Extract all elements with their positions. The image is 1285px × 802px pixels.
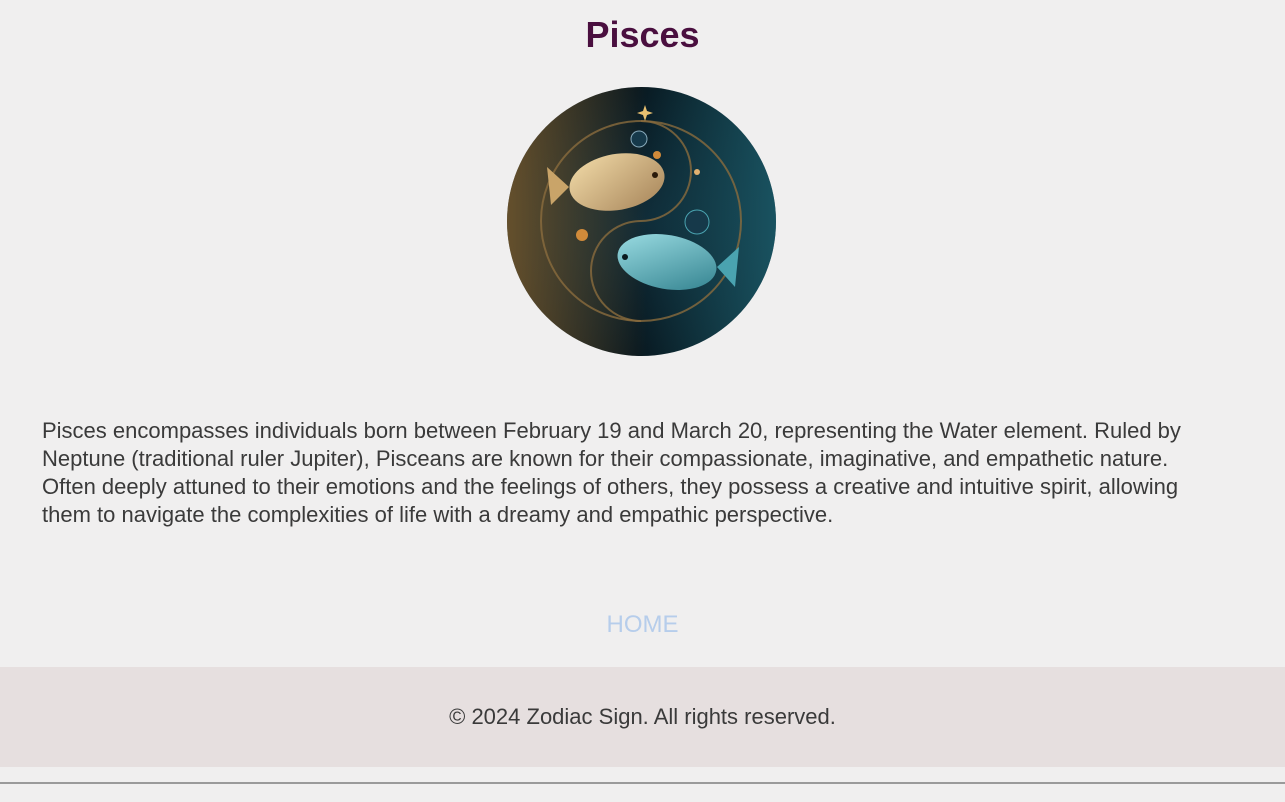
pisces-emblem-image: [507, 87, 776, 356]
bottom-divider: [0, 782, 1285, 784]
sign-description: Pisces encompasses individuals born betw…: [42, 418, 1181, 527]
zodiac-page: Pisces Pisces encompasses individuals bo…: [0, 0, 1285, 802]
home-link[interactable]: HOME: [0, 610, 1285, 640]
copyright-text: © 2024 Zodiac Sign. All rights reserved.: [449, 704, 836, 729]
page-title: Pisces: [585, 14, 700, 55]
footer: © 2024 Zodiac Sign. All rights reserved.: [0, 667, 1285, 767]
